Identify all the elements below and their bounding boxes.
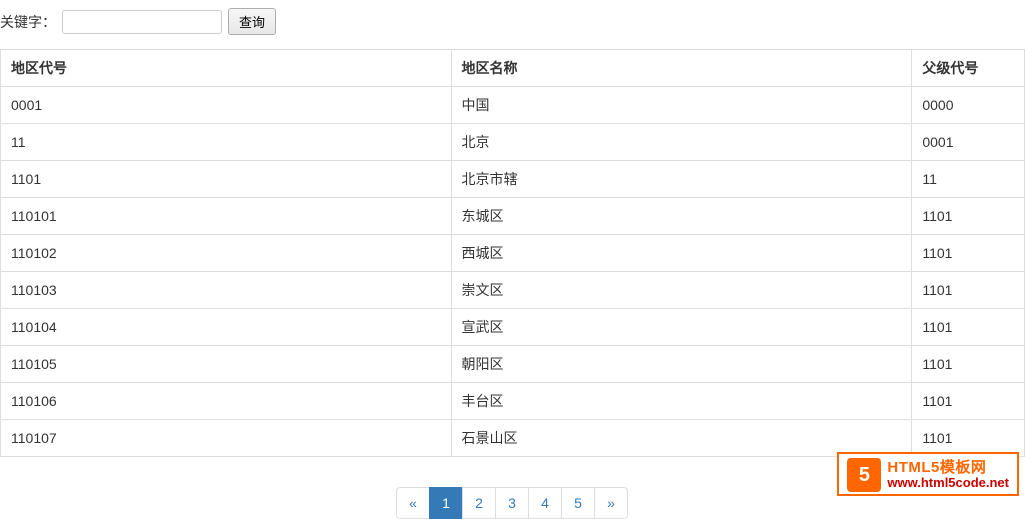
cell-code: 11	[1, 124, 452, 161]
cell-parent: 1101	[912, 198, 1025, 235]
cell-code: 110104	[1, 309, 452, 346]
cell-parent: 1101	[912, 383, 1025, 420]
cell-code: 1101	[1, 161, 452, 198]
cell-name: 西城区	[451, 235, 912, 272]
search-input[interactable]	[62, 10, 222, 34]
table-row: 110103崇文区1101	[1, 272, 1025, 309]
page-2[interactable]: 2	[462, 487, 496, 519]
cell-name: 东城区	[451, 198, 912, 235]
cell-code: 110105	[1, 346, 452, 383]
page-1[interactable]: 1	[429, 487, 463, 519]
cell-name: 宣武区	[451, 309, 912, 346]
watermark-logo-icon: 5	[847, 458, 881, 492]
table-row: 11北京0001	[1, 124, 1025, 161]
cell-code: 110101	[1, 198, 452, 235]
cell-code: 110107	[1, 420, 452, 457]
table-row: 110102西城区1101	[1, 235, 1025, 272]
cell-parent: 1101	[912, 272, 1025, 309]
cell-code: 110102	[1, 235, 452, 272]
table-row: 110106丰台区1101	[1, 383, 1025, 420]
cell-name: 丰台区	[451, 383, 912, 420]
header-name: 地区名称	[451, 50, 912, 87]
cell-code: 0001	[1, 87, 452, 124]
search-button[interactable]: 查询	[228, 8, 276, 35]
search-label: 关键字：	[0, 12, 56, 32]
cell-name: 北京市辖	[451, 161, 912, 198]
cell-parent: 11	[912, 161, 1025, 198]
search-bar: 关键字： 查询	[0, 0, 1025, 43]
table-header-row: 地区代号 地区名称 父级代号	[1, 50, 1025, 87]
table-row: 1101北京市辖11	[1, 161, 1025, 198]
watermark-title: HTML5模板网	[887, 460, 1009, 477]
cell-name: 北京	[451, 124, 912, 161]
cell-parent: 0000	[912, 87, 1025, 124]
table-row: 110104宣武区1101	[1, 309, 1025, 346]
cell-name: 崇文区	[451, 272, 912, 309]
page-prev[interactable]: «	[396, 487, 430, 519]
cell-parent: 1101	[912, 420, 1025, 457]
header-code: 地区代号	[1, 50, 452, 87]
cell-code: 110106	[1, 383, 452, 420]
watermark: 5 HTML5模板网 www.html5code.net	[837, 452, 1019, 496]
table-row: 110101东城区1101	[1, 198, 1025, 235]
cell-parent: 1101	[912, 309, 1025, 346]
header-parent: 父级代号	[912, 50, 1025, 87]
page-3[interactable]: 3	[495, 487, 529, 519]
table-row: 0001中国0000	[1, 87, 1025, 124]
cell-parent: 0001	[912, 124, 1025, 161]
region-table: 地区代号 地区名称 父级代号 0001中国000011北京00011101北京市…	[0, 49, 1025, 457]
cell-code: 110103	[1, 272, 452, 309]
table-row: 110105朝阳区1101	[1, 346, 1025, 383]
cell-name: 朝阳区	[451, 346, 912, 383]
cell-name: 石景山区	[451, 420, 912, 457]
page-next[interactable]: »	[594, 487, 628, 519]
table-row: 110107石景山区1101	[1, 420, 1025, 457]
cell-parent: 1101	[912, 235, 1025, 272]
watermark-text: HTML5模板网 www.html5code.net	[887, 460, 1009, 491]
cell-parent: 1101	[912, 346, 1025, 383]
page-4[interactable]: 4	[528, 487, 562, 519]
cell-name: 中国	[451, 87, 912, 124]
watermark-url: www.html5code.net	[887, 476, 1009, 490]
page-5[interactable]: 5	[561, 487, 595, 519]
